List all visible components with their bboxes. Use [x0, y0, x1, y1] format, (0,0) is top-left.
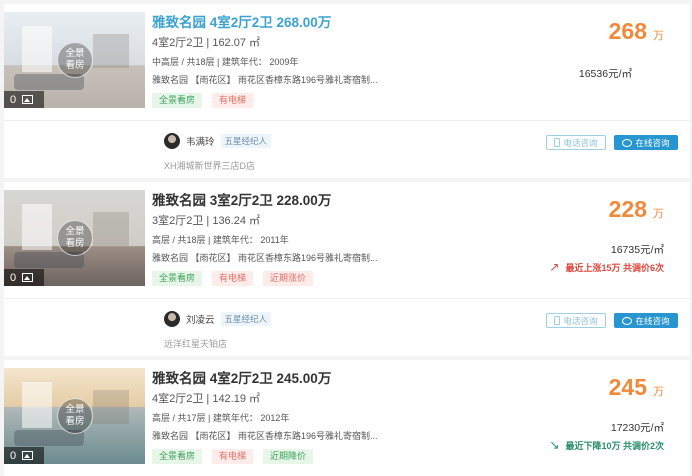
- chat-icon: [622, 138, 633, 147]
- agent-info[interactable]: 韦满玲 五星经纪人: [164, 133, 272, 149]
- avatar[interactable]: [164, 311, 180, 327]
- listing-address[interactable]: 雅致名园 【雨花区】 雨花区香樟东路196号雅礼寄宿制...: [152, 429, 452, 443]
- listing-layout-area: 4室2厅2卫 | 142.19 ㎡: [152, 393, 261, 405]
- price-block: 228 万: [609, 196, 664, 223]
- phone-consult-button[interactable]: 电话咨询: [546, 135, 606, 150]
- price-block: 245 万: [609, 374, 664, 401]
- listing-floor-year: 高层 / 共18层 | 建筑年代： 2011年: [152, 235, 289, 245]
- agent-level-badge: 五星经纪人: [220, 312, 272, 326]
- photo-count: 0: [10, 93, 17, 106]
- phone-consult-button[interactable]: 电话咨询: [546, 313, 606, 328]
- listing-floor-year: 高层 / 共17层 | 建筑年代： 2012年: [152, 413, 290, 423]
- photo-count: 0: [10, 449, 17, 462]
- tag-elevator: 有电梯: [212, 449, 254, 464]
- trend-down-icon: ↘: [549, 438, 560, 452]
- agent-name[interactable]: 刘凌云: [186, 312, 215, 326]
- agent-level-badge: 五星经纪人: [220, 134, 272, 148]
- phone-icon: [554, 316, 561, 325]
- agent-info[interactable]: 刘凌云 五星经纪人: [164, 311, 272, 327]
- listing-layout-area: 3室2厅2卫 | 136.24 ㎡: [152, 215, 261, 227]
- agent-store: XH湘城新世界三店D店: [164, 161, 256, 171]
- listing-info: 雅致名园 4室2厅2卫 268.00万 4室2厅2卫 | 162.07 ㎡ 中高…: [152, 14, 452, 108]
- listing-layout-area: 4室2厅2卫 | 162.07 ㎡: [152, 37, 261, 49]
- total-price: 268: [608, 18, 647, 44]
- agent-row: 韦满玲 五星经纪人 XH湘城新世界三店D店 电话咨询 在线咨询: [4, 120, 690, 178]
- total-price: 228: [608, 196, 647, 222]
- chat-icon: [622, 316, 633, 325]
- tag-panorama: 全景看房: [152, 449, 203, 464]
- trend-text: 最近上涨15万 共调价6次: [565, 262, 664, 273]
- listing-photo[interactable]: 全景 看房 0: [4, 12, 145, 108]
- image-icon: [22, 451, 34, 460]
- listing-card[interactable]: 全景 看房 0 雅致名园 3室2厅2卫 228.00万 3室2厅2卫 | 136…: [4, 182, 690, 356]
- trend-up-icon: ↗: [549, 260, 560, 274]
- listing-info: 雅致名园 3室2厅2卫 228.00万 3室2厅2卫 | 136.24 ㎡ 高层…: [152, 192, 452, 286]
- panorama-badge[interactable]: 全景 看房: [57, 42, 93, 78]
- photo-count: 0: [10, 271, 17, 284]
- price-unit: 万: [653, 30, 664, 42]
- photo-count-bar: 0: [4, 447, 44, 464]
- tag-elevator: 有电梯: [212, 93, 254, 108]
- price-trend: ↗ 最近上涨15万 共调价6次: [549, 260, 664, 274]
- listing-info: 雅致名园 4室2厅2卫 245.00万 4室2厅2卫 | 142.19 ㎡ 高层…: [152, 370, 452, 464]
- tag-list: 全景看房 有电梯 近期降价: [152, 449, 452, 464]
- tag-price-change: 近期降价: [263, 449, 314, 464]
- listing-photo[interactable]: 全景 看房 0: [4, 190, 145, 286]
- unit-price: 16735元/㎡: [610, 244, 664, 256]
- tag-list: 全景看房 有电梯 近期涨价: [152, 271, 452, 286]
- listing-floor-year: 中高层 / 共18层 | 建筑年代： 2009年: [152, 57, 299, 67]
- total-price: 245: [608, 374, 647, 400]
- listing-card[interactable]: 全景 看房 0 雅致名园 4室2厅2卫 268.00万 4室2厅2卫 | 162…: [4, 4, 690, 178]
- tag-panorama: 全景看房: [152, 271, 203, 286]
- listing-address[interactable]: 雅致名园 【雨花区】 雨花区香樟东路196号雅礼寄宿制...: [152, 73, 452, 87]
- tag-elevator: 有电梯: [212, 271, 254, 286]
- listing-title[interactable]: 雅致名园 3室2厅2卫 228.00万: [152, 192, 452, 210]
- online-consult-button[interactable]: 在线咨询: [614, 135, 678, 150]
- listing-card[interactable]: 全景 看房 0 雅致名园 4室2厅2卫 245.00万 4室2厅2卫 | 142…: [4, 360, 690, 476]
- price-unit: 万: [653, 208, 664, 220]
- listing-title[interactable]: 雅致名园 4室2厅2卫 245.00万: [152, 370, 452, 388]
- price-block: 268 万: [609, 18, 664, 45]
- panorama-badge[interactable]: 全景 看房: [57, 398, 93, 434]
- image-icon: [22, 95, 34, 104]
- listing-address[interactable]: 雅致名园 【雨花区】 雨花区香樟东路196号雅礼寄宿制...: [152, 251, 452, 265]
- panorama-badge[interactable]: 全景 看房: [57, 220, 93, 256]
- agent-row: 刘凌云 五星经纪人 远洋红星天铂店 电话咨询 在线咨询: [4, 298, 690, 356]
- phone-icon: [554, 138, 561, 147]
- agent-name[interactable]: 韦满玲: [186, 134, 215, 148]
- unit-price: 16536元/㎡: [578, 68, 632, 80]
- price-unit: 万: [653, 386, 664, 398]
- agent-store: 远洋红星天铂店: [164, 339, 228, 349]
- image-icon: [22, 273, 34, 282]
- price-trend: ↘ 最近下降10万 共调价2次: [549, 438, 664, 452]
- listing-photo[interactable]: 全景 看房 0: [4, 368, 145, 464]
- tag-price-change: 近期涨价: [263, 271, 314, 286]
- tag-list: 全景看房 有电梯: [152, 93, 452, 108]
- photo-count-bar: 0: [4, 269, 44, 286]
- photo-count-bar: 0: [4, 91, 44, 108]
- tag-panorama: 全景看房: [152, 93, 203, 108]
- trend-text: 最近下降10万 共调价2次: [565, 440, 664, 451]
- unit-price: 17230元/㎡: [610, 422, 664, 434]
- listing-title[interactable]: 雅致名园 4室2厅2卫 268.00万: [152, 14, 452, 32]
- online-consult-button[interactable]: 在线咨询: [614, 313, 678, 328]
- avatar[interactable]: [164, 133, 180, 149]
